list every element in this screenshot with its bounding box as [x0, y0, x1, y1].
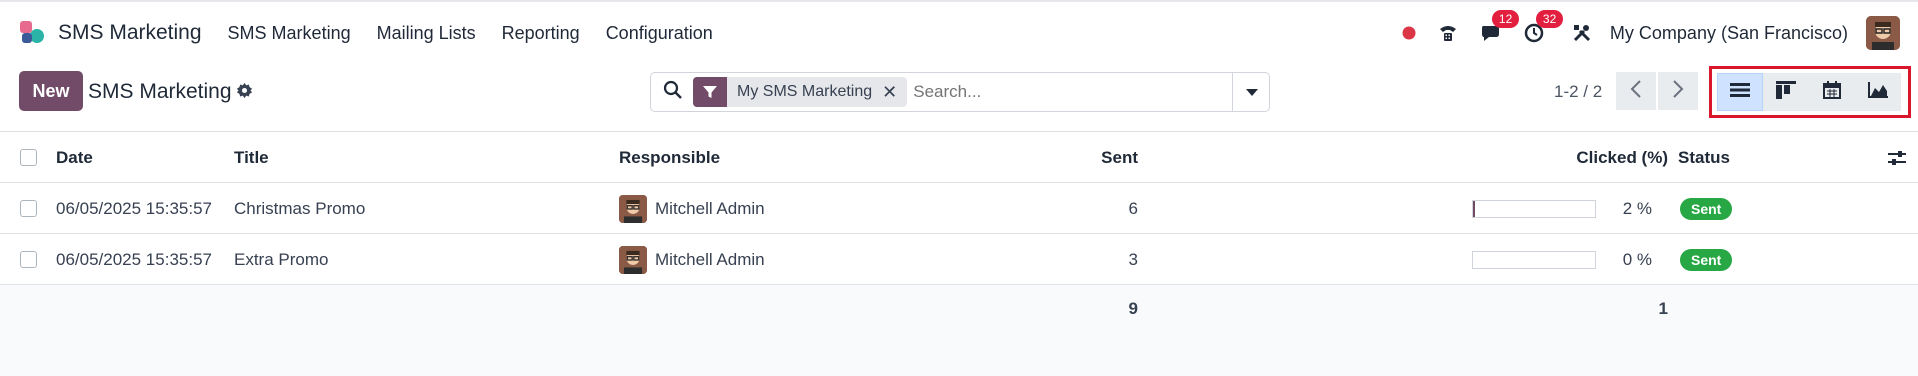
menu-sms-marketing[interactable]: SMS Marketing — [228, 23, 351, 44]
menu-mailing-lists[interactable]: Mailing Lists — [377, 23, 476, 44]
column-responsible[interactable]: Responsible — [619, 132, 720, 183]
table-footer: 9 1 — [0, 285, 1918, 333]
search-options-toggle[interactable] — [1232, 72, 1270, 112]
list-icon — [1730, 82, 1750, 103]
control-panel: New SMS Marketing My SMS Marketing ✕ 1-2… — [0, 64, 1918, 132]
cell-clicked-text: 2 % — [1622, 198, 1652, 218]
progress-fill — [1473, 200, 1476, 217]
cell-status[interactable]: Sent — [1680, 183, 1733, 234]
kanban-icon — [1776, 80, 1796, 104]
company-switcher[interactable]: My Company (San Francisco) — [1610, 23, 1848, 44]
user-avatar[interactable] — [1866, 16, 1900, 50]
avatar — [619, 245, 647, 274]
phone-icon[interactable] — [1438, 23, 1458, 43]
remove-facet-icon[interactable]: ✕ — [882, 82, 907, 103]
pager-value[interactable]: 1-2 / 2 — [1554, 82, 1602, 102]
menu-configuration[interactable]: Configuration — [606, 23, 713, 44]
cell-clicked-text: 0 % — [1622, 249, 1652, 269]
cell-sent[interactable]: 3 — [1080, 234, 1138, 285]
activities-badge: 32 — [1535, 10, 1564, 28]
search-icon — [663, 80, 683, 105]
pager-next-button[interactable] — [1658, 72, 1698, 110]
cell-status[interactable]: Sent — [1680, 234, 1733, 285]
avatar — [619, 194, 647, 223]
column-sent[interactable]: Sent — [1080, 132, 1138, 183]
graph-view-button[interactable] — [1855, 73, 1901, 111]
kanban-view-button[interactable] — [1763, 73, 1809, 111]
responsible-name: Mitchell Admin — [655, 198, 765, 218]
status-badge: Sent — [1680, 248, 1733, 271]
app-title[interactable]: SMS Marketing — [58, 21, 202, 45]
table-header: Date Title Responsible Sent Clicked (%) … — [0, 132, 1918, 183]
gear-icon[interactable] — [236, 82, 253, 104]
cell-date[interactable]: 06/05/2025 15:35:57 — [56, 183, 212, 234]
cell-sent[interactable]: 6 — [1080, 183, 1138, 234]
cell-title[interactable]: Christmas Promo — [234, 183, 365, 234]
activities-clock-icon[interactable]: 32 — [1524, 10, 1564, 43]
list-view-button[interactable] — [1717, 73, 1763, 111]
row-checkbox[interactable] — [20, 200, 37, 217]
top-navbar: SMS Marketing SMS Marketing Mailing List… — [0, 0, 1918, 64]
new-button[interactable]: New — [19, 71, 83, 111]
total-clicked: 1 — [1658, 299, 1668, 318]
cell-title[interactable]: Extra Promo — [234, 234, 328, 285]
tools-icon[interactable] — [1572, 23, 1592, 43]
status-badge: Sent — [1680, 197, 1733, 220]
messages-icon[interactable]: 12 — [1480, 10, 1520, 43]
table-row[interactable]: 06/05/2025 15:35:57 Extra Promo Mitchell… — [0, 234, 1918, 285]
menu-reporting[interactable]: Reporting — [502, 23, 580, 44]
search-input[interactable] — [913, 82, 1214, 102]
search-bar[interactable]: My SMS Marketing ✕ — [650, 72, 1270, 112]
caret-down-icon — [1245, 82, 1258, 102]
chevron-left-icon — [1630, 79, 1642, 103]
clicked-progress-bar — [1472, 199, 1596, 218]
table-row[interactable]: 06/05/2025 15:35:57 Christmas Promo Mitc… — [0, 183, 1918, 234]
pager-previous-button[interactable] — [1616, 72, 1656, 110]
systray: 12 32 My Company (San Francisco) — [1380, 2, 1900, 64]
facet-label: My SMS Marketing — [737, 83, 873, 100]
column-status[interactable]: Status — [1678, 132, 1730, 183]
optional-columns-icon[interactable] — [1888, 132, 1906, 183]
sms-list: Date Title Responsible Sent Clicked (%) … — [0, 132, 1918, 333]
cell-clicked-progress — [1472, 183, 1596, 234]
select-all-checkbox[interactable] — [20, 149, 37, 166]
cell-responsible[interactable]: Mitchell Admin — [619, 234, 765, 285]
total-sent: 9 — [1128, 299, 1138, 318]
area-chart-icon — [1868, 81, 1888, 103]
clicked-progress-bar — [1472, 250, 1596, 269]
messages-badge: 12 — [1491, 10, 1520, 28]
recording-dot-icon[interactable] — [1402, 26, 1416, 40]
cell-responsible[interactable]: Mitchell Admin — [619, 183, 765, 234]
column-date[interactable]: Date — [56, 132, 93, 183]
cell-date[interactable]: 06/05/2025 15:35:57 — [56, 234, 212, 285]
column-title[interactable]: Title — [234, 132, 269, 183]
filter-icon — [693, 77, 727, 107]
calendar-icon — [1823, 80, 1841, 104]
cell-clicked-progress — [1472, 234, 1596, 285]
page-title[interactable]: SMS Marketing — [88, 80, 232, 104]
calendar-view-button[interactable] — [1809, 73, 1855, 111]
responsible-name: Mitchell Admin — [655, 249, 765, 269]
chevron-right-icon — [1672, 79, 1684, 103]
row-checkbox[interactable] — [20, 251, 37, 268]
brand[interactable]: SMS Marketing — [18, 19, 228, 47]
filter-facet: My SMS Marketing ✕ — [693, 77, 908, 107]
app-logo-icon — [18, 19, 46, 47]
column-clicked[interactable]: Clicked (%) — [1560, 132, 1668, 183]
